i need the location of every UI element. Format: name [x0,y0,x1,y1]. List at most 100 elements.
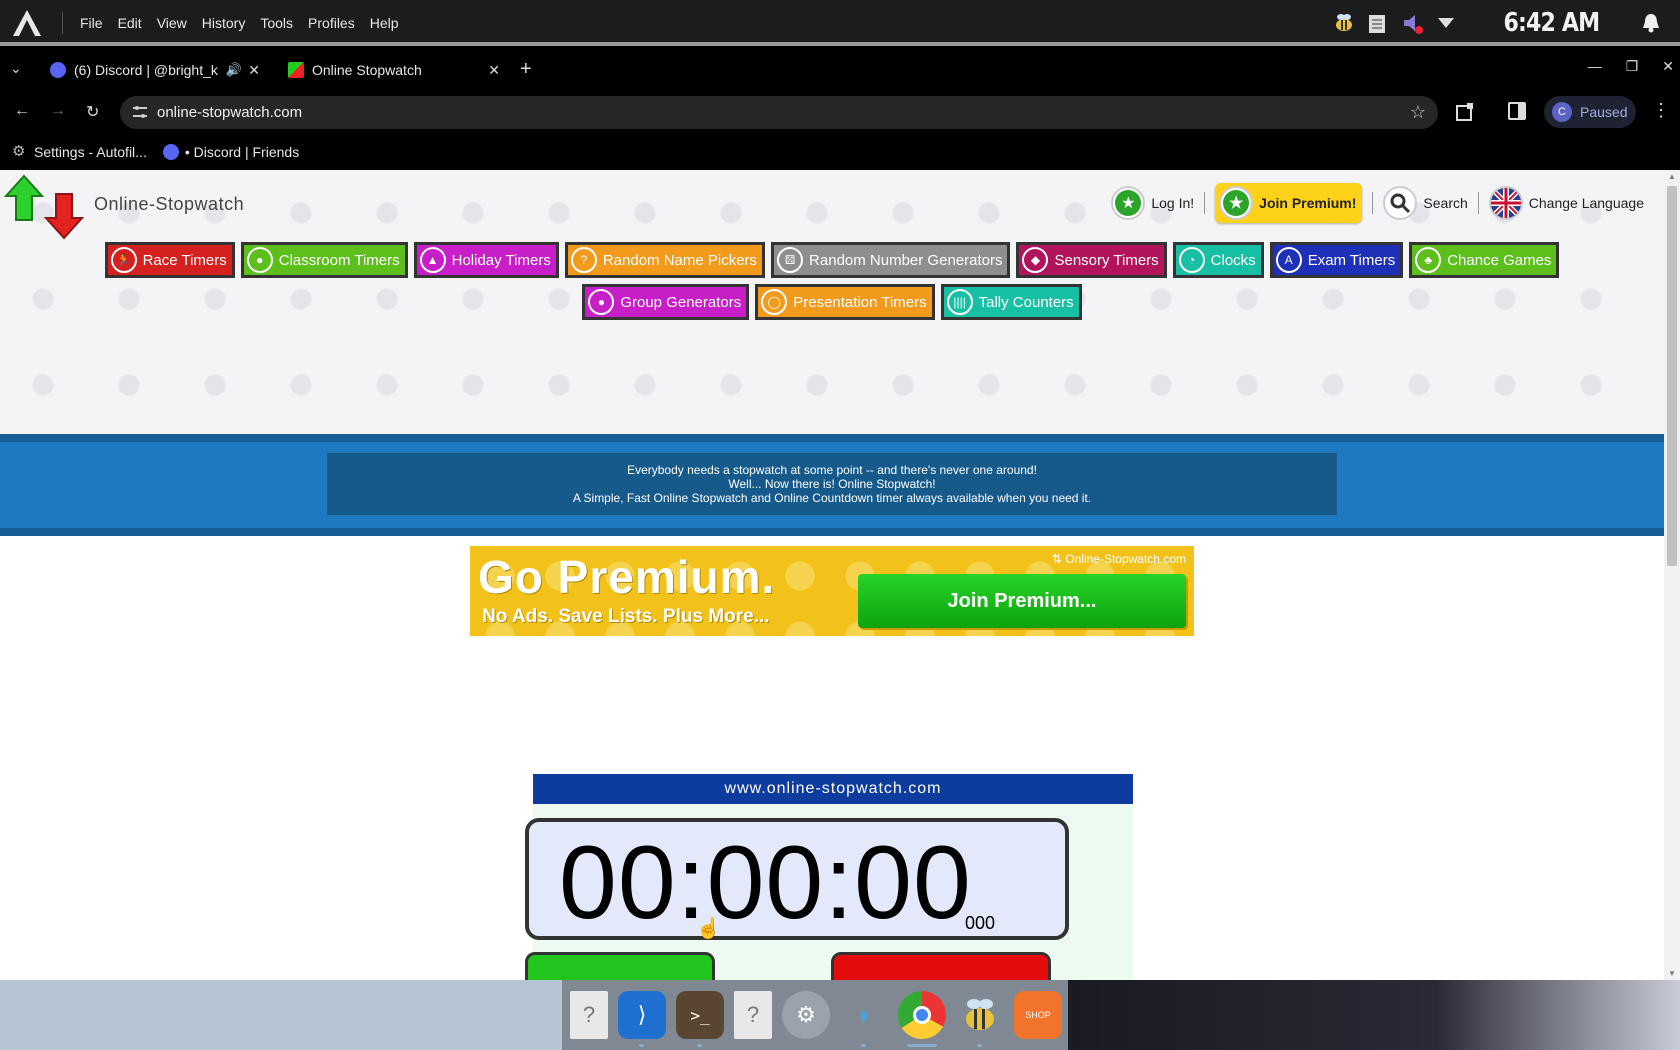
group-icon: ● [588,289,615,315]
settings-gear-icon[interactable]: ⚙ [782,991,830,1039]
chevron-down-icon[interactable] [1433,10,1459,36]
search-link[interactable]: Search [1383,186,1468,220]
tab-title: Online Stopwatch [312,62,422,78]
intro-band: Everybody needs a stopwatch at some poin… [0,434,1664,536]
nav-label: Holiday Timers [451,251,551,269]
system-top-bar: File Edit View History Tools Profiles He… [0,0,1680,46]
extensions-puzzle-icon[interactable] [1454,101,1476,123]
tab-discord[interactable]: (6) Discord | @bright_k 🔊 ✕ [38,54,266,86]
search-icon [1383,186,1418,220]
tally-icon: |||| [946,289,973,315]
bookmark-settings-autofill[interactable]: ⚙ Settings - Autofil... [12,144,147,161]
running-indicator [907,1044,937,1047]
intro-line: Everybody needs a stopwatch at some poin… [627,463,1037,477]
scrollbar-thumb[interactable] [1667,186,1677,566]
profile-button[interactable]: C Paused [1544,96,1636,128]
join-premium-button[interactable]: ★ Join Premium! [1215,183,1363,223]
clover-icon: ♣ [1415,247,1442,273]
start-button[interactable] [525,952,715,980]
page-scrollbar[interactable]: ▲ ▼ [1664,170,1680,980]
side-panel-icon[interactable] [1508,102,1526,120]
running-indicator [977,1044,982,1047]
close-window-icon[interactable]: ✕ [1662,58,1674,75]
notification-bell-icon[interactable] [1638,10,1664,36]
discord-icon [162,144,179,160]
nav-random-name-pickers[interactable]: ? Random Name Pickers [564,242,766,278]
nav-classroom-timers[interactable]: ● Classroom Timers [240,242,408,278]
login-link[interactable]: ★ Log In! [1111,186,1194,220]
join-premium-banner-button[interactable]: Join Premium... [858,574,1186,628]
menu-help[interactable]: Help [370,15,399,31]
nav-tally-counters[interactable]: |||| Tally Counters [940,284,1082,320]
login-label: Log In! [1151,195,1195,211]
nav-holiday-timers[interactable]: ▲ Holiday Timers [413,242,559,278]
menu-history[interactable]: History [202,15,246,31]
stop-button[interactable] [831,952,1051,980]
bookmark-discord-friends[interactable]: • Discord | Friends [162,144,299,160]
new-tab-button[interactable]: + [520,58,532,81]
tab-search-chevron-icon[interactable]: ⌄ [10,60,30,80]
bookmarks-bar: ⚙ Settings - Autofil... • Discord | Frie… [0,134,1680,170]
scroll-up-icon[interactable]: ▲ [1668,172,1676,181]
nav-race-timers[interactable]: 🏃 Race Timers [104,242,235,278]
premium-label: Join Premium! [1259,195,1357,211]
bookmark-star-icon[interactable]: ☆ [1410,102,1426,123]
tab-online-stopwatch[interactable]: Online Stopwatch ✕ [276,54,506,86]
speaker-icon[interactable]: 🔊 [226,62,242,78]
volume-muted-icon[interactable] [1399,10,1425,36]
nav-sensory-timers[interactable]: ◆ Sensory Timers [1016,242,1167,278]
banner-brand: ⇅ Online-Stopwatch.com [1052,552,1186,566]
scroll-down-icon[interactable]: ▼ [1668,969,1676,978]
dolphin-file-manager-icon[interactable]: ◗ [840,991,888,1047]
close-tab-icon[interactable]: ✕ [248,62,260,79]
intro-text-box: Everybody needs a stopwatch at some poin… [326,452,1338,516]
shop-icon[interactable]: SHOP [1014,991,1062,1039]
wallpaper-image [1068,980,1680,1050]
vscode-icon[interactable]: ⟩ [618,991,666,1047]
bee-tray-icon[interactable] [1331,10,1357,36]
menu-file[interactable]: File [80,15,103,31]
dice-icon: ? [570,247,597,273]
arch-logo-icon[interactable] [12,9,42,37]
reload-icon[interactable]: ↻ [86,102,99,122]
arrows-icon: ⇅ [1051,552,1066,566]
stopwatch-time: 00:00:00 [559,825,972,941]
system-clock[interactable]: 6:42 AM [1504,8,1601,38]
change-language-link[interactable]: Change Language [1488,186,1644,220]
bee-app-icon[interactable] [956,991,1004,1047]
unknown-app-icon[interactable]: ? [570,991,608,1039]
back-arrow-icon[interactable]: ← [14,102,30,120]
clipboard-tray-icon[interactable] [1365,10,1391,36]
browser-menu-icon[interactable]: ⋮ [1652,100,1670,121]
nav-label: Race Timers [142,251,227,269]
minimize-icon[interactable]: — [1588,58,1602,75]
site-name[interactable]: Online-Stopwatch [94,194,244,215]
go-premium-banner[interactable]: Go Premium. No Ads. Save Lists. Plus Mor… [470,546,1194,636]
nav-exam-timers[interactable]: A Exam Timers [1269,242,1404,278]
address-bar[interactable]: online-stopwatch.com ☆ [120,96,1438,129]
nav-clocks[interactable]: ◔ Clocks [1172,242,1264,278]
chrome-icon[interactable] [898,991,946,1047]
restore-icon[interactable]: ❐ [1626,58,1639,75]
header-links: ★ Log In! ★ Join Premium! Search Change [1111,183,1644,223]
category-nav-row-1: 🏃 Race Timers ● Classroom Timers ▲ Holiday … [0,242,1664,278]
nav-chance-games[interactable]: ♣ Chance Games [1409,242,1560,278]
nav-presentation-timers[interactable]: ◯ Presentation Timers [755,284,935,320]
site-logo-arrows-icon[interactable] [4,174,86,240]
divider [1204,192,1206,214]
menu-tools[interactable]: Tools [260,15,293,31]
menu-view[interactable]: View [157,15,187,31]
clock-icon: ◔ [1178,247,1205,273]
menu-profiles[interactable]: Profiles [308,15,355,31]
site-info-icon[interactable] [132,104,148,120]
unknown-app-icon[interactable]: ? [734,991,772,1039]
nav-random-number-generators[interactable]: ⚄ Random Number Generators [771,242,1011,278]
nav-group-generators[interactable]: ● Group Generators [582,284,750,320]
tree-icon: ▲ [419,247,446,273]
app-dock: ? ⟩ >_ ? ⚙ ◗ SHOP [562,980,1070,1050]
forward-arrow-icon[interactable]: → [50,102,66,120]
menu-edit[interactable]: Edit [118,15,142,31]
runner-icon: 🏃 [110,247,137,273]
close-tab-icon[interactable]: ✕ [488,62,500,79]
terminal-icon[interactable]: >_ [676,991,724,1047]
